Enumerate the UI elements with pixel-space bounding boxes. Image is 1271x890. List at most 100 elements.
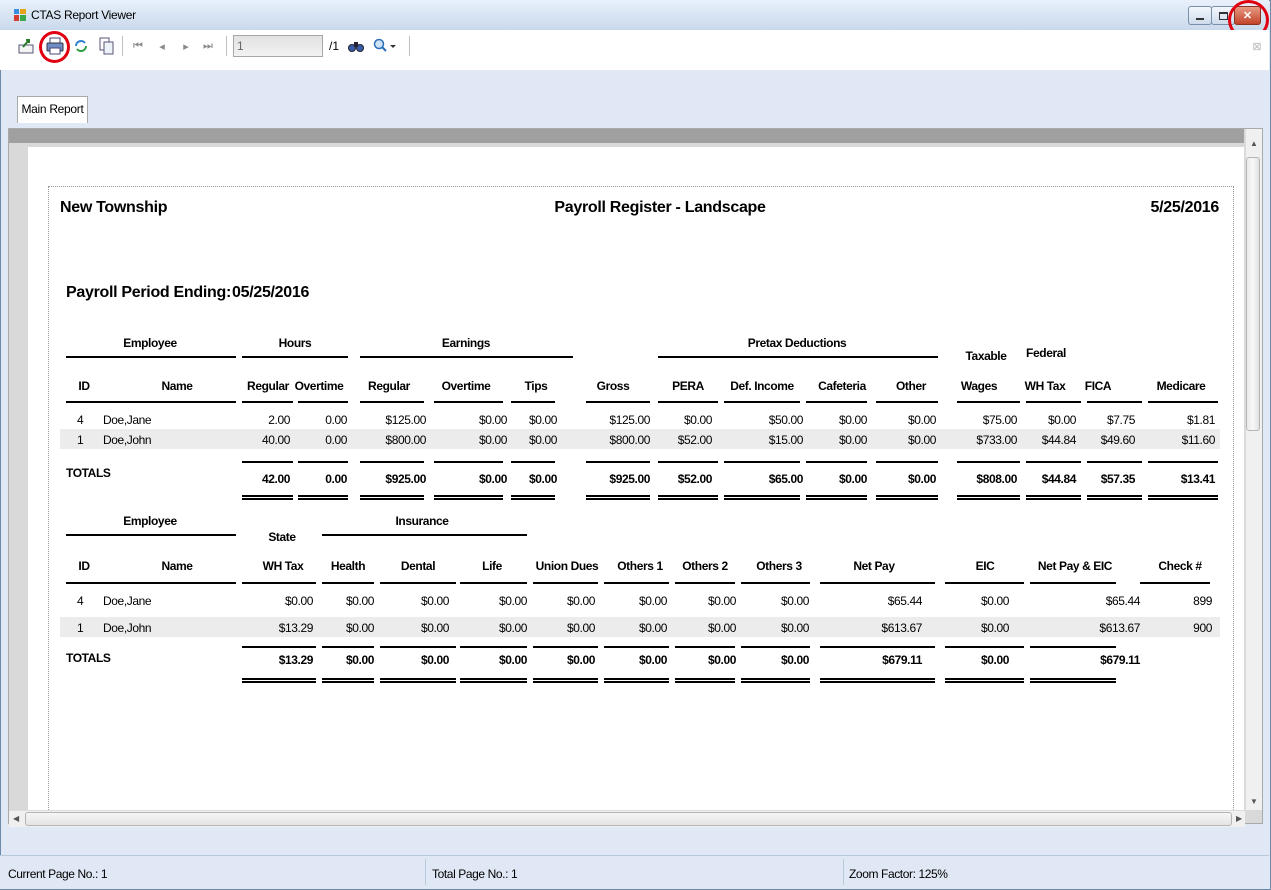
maximize-button[interactable] xyxy=(1211,6,1235,25)
scroll-down-icon[interactable]: ▼ xyxy=(1250,797,1258,806)
report-title: Payroll Register - Landscape xyxy=(554,199,766,216)
close-icon: ✕ xyxy=(1242,10,1253,22)
column-header: Health xyxy=(330,559,366,573)
zoom-button[interactable] xyxy=(370,35,400,57)
table-cell: $0.00 xyxy=(780,594,809,608)
totals-cell: 42.00 xyxy=(261,472,290,486)
employee-group-header: Employee xyxy=(123,336,177,350)
column-header: Regular xyxy=(247,379,289,393)
column-header: Life xyxy=(482,559,502,573)
minimize-button[interactable] xyxy=(1188,6,1212,25)
scroll-left-icon[interactable]: ◀ xyxy=(13,814,19,823)
column-underline xyxy=(242,582,316,584)
column-underline xyxy=(1087,401,1142,403)
next-page-button[interactable]: ▸ xyxy=(177,35,195,57)
totals-double-rule xyxy=(1030,678,1116,683)
totals-double-rule xyxy=(533,678,598,683)
toggle-tree-button[interactable] xyxy=(97,35,117,57)
find-button[interactable] xyxy=(347,35,365,57)
column-header: Gross xyxy=(596,379,630,393)
column-header: Name xyxy=(161,379,193,393)
column-underline xyxy=(1148,401,1218,403)
group-underline xyxy=(658,356,938,358)
export-icon xyxy=(18,39,34,54)
column-underline xyxy=(1030,582,1116,584)
totals-double-rule xyxy=(957,495,1020,500)
status-bar xyxy=(0,855,1269,889)
vertical-scroll-thumb[interactable] xyxy=(1246,157,1260,431)
table-cell: $0.00 xyxy=(345,594,374,608)
horizontal-scroll-thumb[interactable] xyxy=(25,812,1232,826)
column-underline xyxy=(724,401,800,403)
zoom-icon xyxy=(373,38,396,52)
totals-double-rule xyxy=(741,678,810,683)
print-button[interactable] xyxy=(44,35,66,57)
table-cell: $0.00 xyxy=(907,433,936,447)
tab-main-report[interactable]: Main Report xyxy=(17,96,88,123)
table-cell: $1.81 xyxy=(1186,413,1215,427)
first-page-button[interactable]: ⏮ xyxy=(129,35,147,57)
scroll-up-icon[interactable]: ▲ xyxy=(1250,139,1258,148)
check-number-cell: 899 xyxy=(1193,594,1212,608)
totals-double-rule xyxy=(242,495,293,500)
column-header: Def. Income xyxy=(730,379,794,393)
page-total-label: /1 xyxy=(329,39,340,53)
hours-group-header: Hours xyxy=(278,336,312,350)
table-cell: $0.00 xyxy=(498,594,527,608)
totals-top-rule xyxy=(724,461,800,463)
last-page-button[interactable]: ⏭ xyxy=(199,35,217,57)
scroll-right-icon[interactable]: ▶ xyxy=(1236,814,1242,823)
totals-double-rule xyxy=(658,495,718,500)
totals-double-rule xyxy=(511,495,555,500)
column-header: EIC xyxy=(975,559,995,573)
page-number-input[interactable]: 1 xyxy=(233,35,323,57)
column-underline xyxy=(66,401,236,403)
column-underline xyxy=(675,582,735,584)
totals-cell: $0.00 xyxy=(780,653,809,667)
totals-cell: $0.00 xyxy=(345,653,374,667)
column-underline xyxy=(322,582,374,584)
app-icon xyxy=(14,9,26,21)
totals-cell: $0.00 xyxy=(907,472,936,486)
refresh-button[interactable] xyxy=(71,35,91,57)
last-page-icon: ⏭ xyxy=(203,39,213,52)
totals-double-rule xyxy=(322,678,374,683)
table-cell: $50.00 xyxy=(768,413,804,427)
column-underline xyxy=(511,401,555,403)
toolbar-separator xyxy=(226,36,227,56)
totals-top-rule xyxy=(298,461,348,463)
column-underline xyxy=(876,401,938,403)
table-cell: $0.00 xyxy=(980,594,1009,608)
column-header: Net Pay xyxy=(853,559,895,573)
close-panel-button[interactable]: ⊠ xyxy=(1249,35,1265,57)
totals-double-rule xyxy=(1148,495,1218,500)
column-header: Others 3 xyxy=(756,559,802,573)
totals-top-rule xyxy=(1148,461,1218,463)
column-underline xyxy=(945,582,1024,584)
table-cell: $0.00 xyxy=(638,621,667,635)
close-button[interactable]: ✕ xyxy=(1234,6,1261,25)
totals-cell: 0.00 xyxy=(325,472,347,486)
group-underline xyxy=(66,534,236,536)
previous-page-button[interactable]: ◂ xyxy=(153,35,171,57)
table-cell: $0.00 xyxy=(838,433,867,447)
column-header: WH Tax xyxy=(262,559,304,573)
export-button[interactable] xyxy=(16,35,36,57)
totals-top-rule xyxy=(876,461,938,463)
totals-top-rule xyxy=(322,646,374,648)
table-cell: $0.00 xyxy=(478,433,507,447)
totals-top-rule xyxy=(434,461,503,463)
table-cell: $65.44 xyxy=(887,594,923,608)
totals-top-rule xyxy=(806,461,867,463)
totals-cell: $808.00 xyxy=(976,472,1017,486)
totals-double-rule xyxy=(360,495,424,500)
totals-cell: $13.41 xyxy=(1180,472,1216,486)
totals-top-rule xyxy=(1087,461,1142,463)
totals-top-rule xyxy=(658,461,718,463)
column-underline xyxy=(658,401,718,403)
column-underline xyxy=(298,401,348,403)
table-cell: $15.00 xyxy=(768,433,804,447)
totals-top-rule xyxy=(460,646,527,648)
table-cell: $0.00 xyxy=(780,621,809,635)
check-number-cell: 900 xyxy=(1193,621,1212,635)
